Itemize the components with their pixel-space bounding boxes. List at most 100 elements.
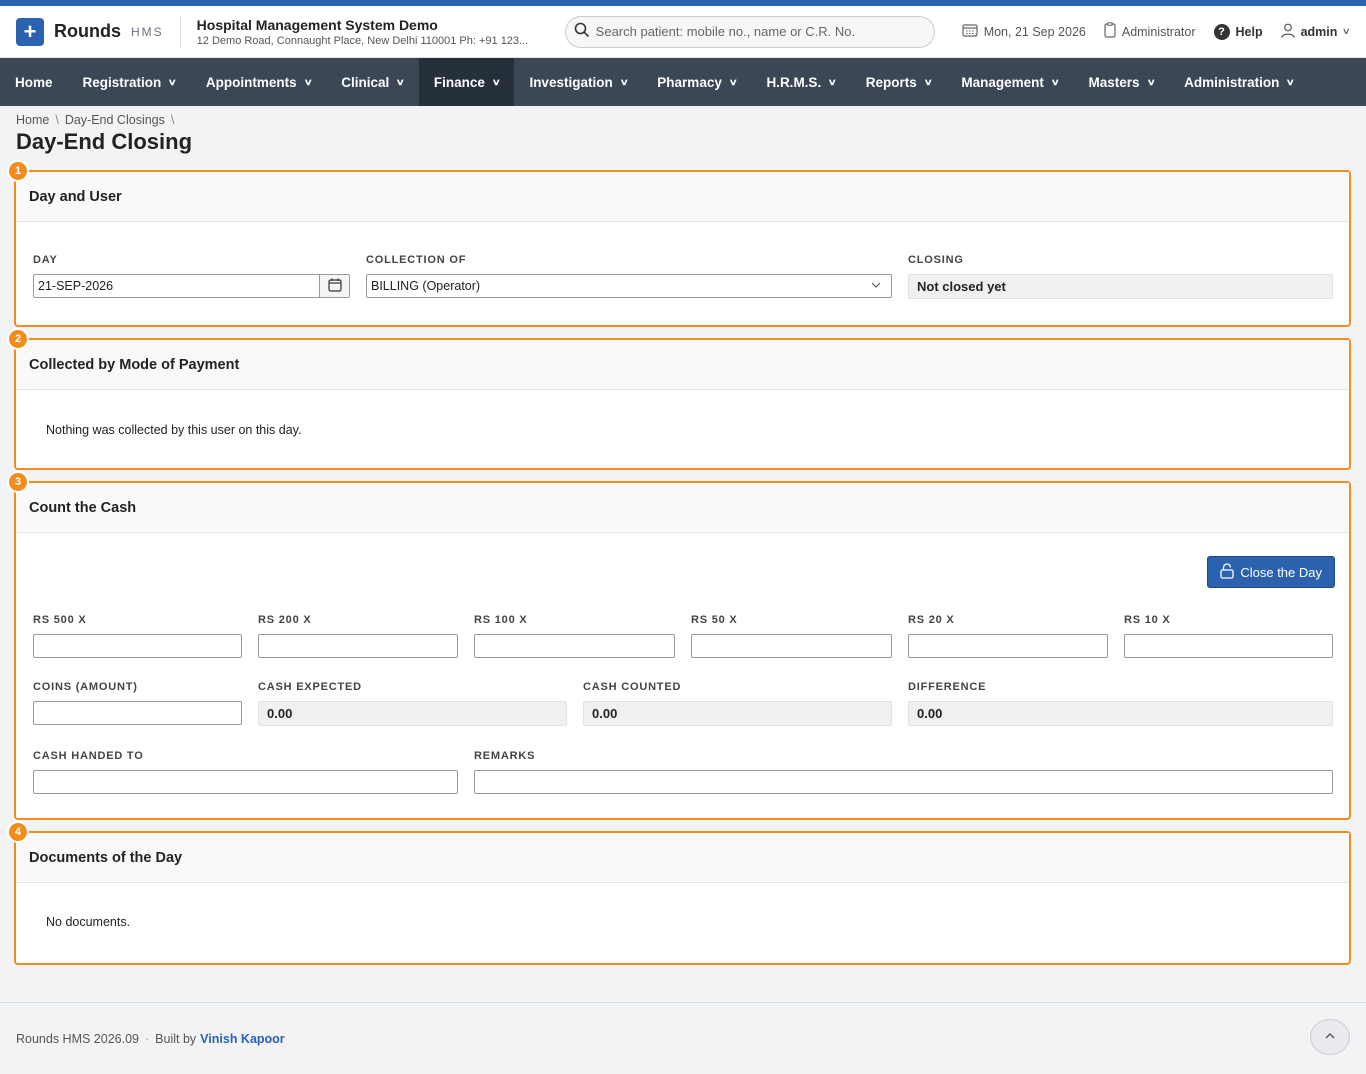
difference-label: DIFFERENCE	[908, 681, 987, 693]
section-title: Day and User	[16, 172, 1349, 222]
calendar-picker-button[interactable]	[319, 275, 349, 297]
close-the-day-label: Close the Day	[1240, 564, 1322, 580]
brand-name[interactable]: Rounds	[54, 21, 121, 42]
page-content: Home \ Day-End Closings \ Day-End Closin…	[0, 113, 1366, 155]
section-day-and-user: 1 Day and User DAY 21-SEP-2026 COLLECTIO…	[7, 160, 1351, 327]
chevron-down-icon: ∨	[167, 76, 178, 87]
rs50-label: RS 50 X	[691, 614, 738, 626]
breadcrumb: Home \ Day-End Closings \	[16, 113, 1350, 127]
nav-finance[interactable]: Finance ∨	[418, 58, 515, 106]
chevron-down-icon: ∨	[395, 76, 406, 87]
nav-management[interactable]: Management ∨	[946, 58, 1073, 106]
nav-hrms[interactable]: H.R.M.S. ∨	[751, 58, 850, 106]
coins-input[interactable]	[33, 701, 242, 725]
day-label: DAY	[33, 254, 58, 266]
rs500-label: RS 500 X	[33, 614, 87, 626]
no-documents-message: No documents.	[46, 915, 131, 929]
nav-appointments[interactable]: Appointments ∨	[191, 58, 326, 106]
nav-label: Pharmacy	[657, 74, 722, 90]
remarks-input[interactable]	[474, 770, 1333, 794]
nav-masters[interactable]: Masters ∨	[1074, 58, 1170, 106]
user-name: admin	[1300, 24, 1338, 39]
nav-pharmacy[interactable]: Pharmacy ∨	[642, 58, 751, 106]
page-footer: Rounds HMS 2026.09 · Built by Vinish Kap…	[0, 1002, 1366, 1074]
cash-handed-to-input[interactable]	[33, 770, 458, 794]
breadcrumb-separator: \	[55, 113, 59, 127]
rs500-input[interactable]	[33, 634, 242, 658]
rs50-input[interactable]	[691, 634, 892, 658]
chevron-down-icon: ∨	[827, 76, 838, 87]
scroll-to-top-button[interactable]	[1310, 1019, 1350, 1055]
chevron-down-icon: ∨	[1146, 76, 1156, 87]
section-badge: 4	[7, 821, 29, 843]
chevron-down-icon: ∨	[491, 76, 501, 87]
section-documents-of-the-day: 4 Documents of the Day No documents.	[7, 821, 1351, 965]
day-field[interactable]: 21-SEP-2026	[33, 274, 350, 298]
chevron-down-icon: ∨	[1050, 76, 1060, 87]
chevron-down-icon: ∨	[1342, 26, 1352, 36]
nav-reports[interactable]: Reports ∨	[851, 58, 947, 106]
day-value: 21-SEP-2026	[38, 279, 114, 293]
nav-label: Masters	[1088, 74, 1140, 90]
chevron-down-icon	[871, 279, 881, 293]
search-input[interactable]	[595, 24, 916, 39]
rs100-input[interactable]	[474, 634, 675, 658]
help-link[interactable]: ? Help	[1213, 23, 1263, 40]
footer-version: Rounds HMS 2026.09	[16, 1031, 139, 1046]
footer-built-by: Built by	[155, 1031, 197, 1046]
section-badge: 1	[7, 160, 29, 182]
section-title: Documents of the Day	[16, 833, 1349, 883]
nav-clinical[interactable]: Clinical ∨	[326, 58, 419, 106]
section-title: Count the Cash	[16, 483, 1349, 533]
nav-registration[interactable]: Registration ∨	[68, 58, 191, 106]
user-menu[interactable]: admin ∨	[1280, 23, 1352, 41]
nav-home[interactable]: Home	[0, 58, 68, 106]
nav-label: Management	[961, 74, 1044, 90]
patient-search[interactable]	[564, 15, 935, 48]
collection-label: COLLECTION OF	[366, 254, 467, 266]
role-display[interactable]: Administrator	[1104, 22, 1196, 41]
calendar-icon	[327, 278, 342, 295]
rs10-label: RS 10 X	[1124, 614, 1171, 626]
app-header: + Rounds HMS Hospital Management System …	[0, 6, 1366, 58]
cash-handed-to-label: CASH HANDED TO	[33, 750, 144, 762]
nav-label: H.R.M.S.	[766, 74, 822, 90]
breadcrumb-separator: \	[170, 113, 175, 127]
nav-label: Home	[15, 74, 53, 90]
footer-author-link[interactable]: Vinish Kapoor	[200, 1032, 285, 1046]
cash-counted-value: 0.00	[583, 701, 892, 726]
chevron-down-icon: ∨	[728, 76, 738, 87]
collection-select[interactable]: BILLING (Operator)	[366, 274, 892, 298]
role-text: Administrator	[1121, 24, 1196, 39]
rs20-input[interactable]	[908, 634, 1108, 658]
nav-label: Registration	[82, 74, 162, 90]
help-text: Help	[1235, 24, 1263, 39]
close-the-day-button[interactable]: Close the Day	[1207, 556, 1335, 588]
chevron-down-icon: ∨	[923, 76, 933, 87]
rs200-input[interactable]	[258, 634, 458, 658]
nav-label: Administration	[1184, 74, 1280, 90]
chevron-down-icon: ∨	[619, 76, 629, 87]
cash-expected-label: CASH EXPECTED	[258, 681, 362, 693]
help-icon: ?	[1213, 23, 1230, 40]
rs10-input[interactable]	[1124, 634, 1333, 658]
nav-label: Investigation	[529, 74, 613, 90]
brand-sub: HMS	[131, 24, 164, 39]
nav-administration[interactable]: Administration ∨	[1169, 58, 1309, 106]
user-icon	[1280, 23, 1295, 41]
breadcrumb-home[interactable]: Home	[16, 113, 49, 127]
hospital-address: 12 Demo Road, Connaught Place, New Delhi…	[196, 34, 529, 47]
nav-investigation[interactable]: Investigation ∨	[514, 58, 642, 106]
rs200-label: RS 200 X	[258, 614, 312, 626]
cash-counted-label: CASH COUNTED	[583, 681, 682, 693]
clipboard-icon	[1104, 22, 1116, 41]
breadcrumb-day-end-closings[interactable]: Day-End Closings	[65, 113, 165, 127]
remarks-label: REMARKS	[474, 750, 536, 762]
calendar-icon	[962, 23, 978, 40]
hospital-info: Hospital Management System Demo 12 Demo …	[197, 17, 557, 47]
lock-icon	[1220, 562, 1234, 582]
search-icon	[574, 22, 590, 41]
plus-logo-icon[interactable]: +	[16, 17, 44, 46]
chevron-up-icon	[1324, 1029, 1336, 1045]
nav-label: Finance	[433, 74, 485, 90]
